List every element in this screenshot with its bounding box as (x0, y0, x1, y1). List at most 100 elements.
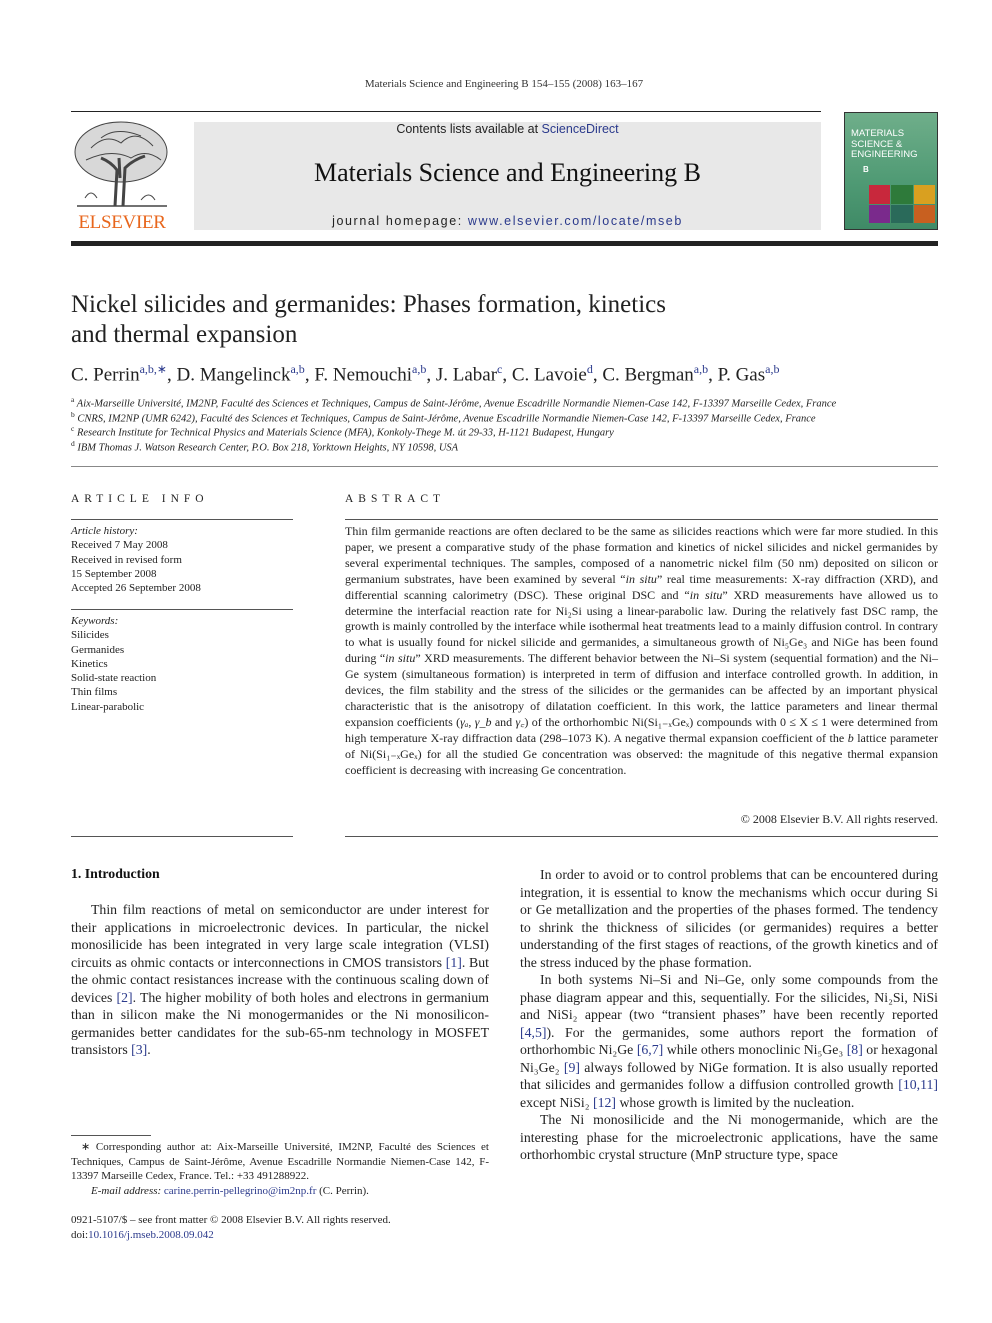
citation-link[interactable]: [4,5] (520, 1025, 546, 1040)
text-run: and (491, 714, 516, 729)
front-matter: 0921-5107/$ – see front matter © 2008 El… (71, 1213, 391, 1242)
citation-link[interactable]: [1] (446, 955, 462, 970)
keyword: Solid-state reaction (71, 672, 157, 685)
history-item: Accepted 26 September 2008 (71, 582, 201, 595)
abstract-text: Thin film germanide reactions are often … (345, 524, 938, 779)
keyword: Linear-parabolic (71, 700, 145, 713)
paragraph: Thin film reactions of metal on semicond… (71, 901, 489, 1059)
affiliation-text: Research Institute for Technical Physics… (76, 427, 614, 439)
text-run: always followed by NiGe formation. It is… (520, 1059, 938, 1093)
header-rule (71, 111, 821, 112)
body-right-column: In order to avoid or to control problems… (520, 866, 938, 1164)
journal-title: Materials Science and Engineering B (314, 158, 701, 187)
author-name[interactable]: C. Lavoie (512, 364, 587, 385)
author-name[interactable]: F. Nemouchi (314, 364, 412, 385)
author-list: C. Perrina,b,∗, D. Mangelincka,b, F. Nem… (71, 362, 780, 386)
corresponding-author-note: ∗ Corresponding author at: Aix-Marseille… (71, 1141, 489, 1182)
text-run: except NiSi₂ (520, 1094, 594, 1110)
text-run: while others monoclinic Ni₅Ge₃ (663, 1042, 847, 1057)
footnote: ∗ Corresponding author at: Aix-Marseille… (71, 1140, 489, 1198)
article-info-heading: ARTICLE INFO (71, 493, 209, 505)
divider (345, 836, 938, 837)
author-affiliation-marker[interactable]: a,b (412, 362, 426, 376)
journal-homepage: journal homepage: www.elsevier.com/locat… (194, 214, 821, 228)
paragraph: The Ni monosilicide and the Ni monogerma… (520, 1111, 938, 1164)
cover-letter: B (863, 165, 869, 174)
title-line-2: and thermal expansion (71, 321, 298, 348)
author-name[interactable]: D. Mangelinck (177, 364, 291, 385)
text-run: Thin film reactions of metal on semicond… (71, 902, 489, 970)
email-link[interactable]: carine.perrin-pellegrino@im2np.fr (164, 1185, 316, 1197)
cover-title: MATERIALS SCIENCE & ENGINEERING (851, 128, 918, 160)
keywords: Keywords: Silicides Germanides Kinetics Sol… (71, 614, 156, 714)
elsevier-logo: ELSEVIER (71, 118, 173, 234)
keyword: Thin films (71, 686, 118, 699)
affiliation-text: Aix-Marseille Université, IM2NP, Faculté… (76, 398, 837, 410)
author-affiliation-marker[interactable]: a,b (290, 362, 304, 376)
author-affiliation-marker[interactable]: c (497, 362, 502, 376)
citation-link[interactable]: [2] (117, 990, 133, 1005)
history-item: Received 7 May 2008 (71, 539, 168, 552)
keyword: Silicides (71, 629, 109, 642)
divider (345, 519, 938, 520)
publisher-logo-text: ELSEVIER (78, 212, 166, 233)
history-item: 15 September 2008 (71, 567, 157, 580)
affiliation: b CNRS, IM2NP (UMR 6242), Faculté des Sc… (71, 410, 816, 425)
italic-run: in situ (385, 651, 416, 666)
divider (71, 466, 938, 467)
affiliation: c Research Institute for Technical Physi… (71, 424, 614, 439)
citation-link[interactable]: [10,11] (898, 1077, 938, 1092)
text-run: whose growth is limited by the nucleatio… (616, 1094, 855, 1110)
citation-link[interactable]: [12] (593, 1095, 616, 1110)
affiliation-key: d (71, 438, 75, 448)
doi-label: doi: (71, 1228, 89, 1241)
text-run: . (147, 1042, 151, 1057)
homepage-link[interactable]: www.elsevier.com/locate/mseb (468, 214, 683, 228)
cover-image (869, 185, 935, 223)
body-left-column: Thin film reactions of metal on semicond… (71, 901, 489, 1059)
author-name[interactable]: C. Bergman (602, 364, 693, 385)
citation-link[interactable]: [9] (564, 1060, 580, 1075)
affiliation-text: CNRS, IM2NP (UMR 6242), Faculté des Scie… (77, 413, 816, 424)
author-affiliation-marker[interactable]: a,b (694, 362, 708, 376)
author-name[interactable]: J. Labar (436, 364, 497, 385)
history-label: Article history: (71, 525, 138, 537)
article-history: Article history: Received 7 May 2008 Rece… (71, 524, 201, 595)
email-suffix: (C. Perrin). (316, 1184, 369, 1197)
keyword: Germanides (71, 643, 125, 656)
divider (71, 609, 293, 610)
abstract-heading: ABSTRACT (345, 493, 446, 505)
citation-link[interactable]: [8] (847, 1042, 863, 1057)
front-matter-text: 0921-5107/$ – see front matter © 2008 El… (71, 1214, 391, 1226)
italic-run: in situ (689, 587, 723, 602)
italic-run: in situ (625, 571, 657, 586)
affiliation: d IBM Thomas J. Watson Research Center, … (71, 439, 458, 454)
journal-cover: MATERIALS SCIENCE & ENGINEERING B (844, 112, 938, 230)
doi-link[interactable]: 10.1016/j.mseb.2008.09.042 (88, 1229, 214, 1241)
tree-icon (74, 121, 168, 207)
email-label: E-mail address: (91, 1184, 164, 1197)
affiliation-text: IBM Thomas J. Watson Research Center, P.… (77, 442, 459, 453)
affiliation: a Aix-Marseille Université, IM2NP, Facul… (71, 395, 836, 410)
author-affiliation-marker[interactable]: d (587, 362, 593, 376)
contents-prefix: Contents lists available at (396, 122, 542, 136)
text-run: In both systems Ni–Si and Ni–Ge, only so… (520, 972, 938, 1022)
author-name[interactable]: C. Perrin (71, 364, 140, 385)
divider (71, 519, 293, 520)
masthead-thick-rule (71, 241, 938, 246)
author-name[interactable]: P. Gas (718, 364, 766, 385)
citation-link[interactable]: [6,7] (637, 1042, 663, 1057)
text-run: In order to avoid or to control problems… (520, 867, 938, 970)
divider (71, 836, 293, 837)
history-item: Received in revised form (71, 553, 182, 566)
author-affiliation-marker[interactable]: a,b,∗ (140, 362, 167, 376)
section-heading-introduction: 1. Introduction (71, 866, 160, 881)
homepage-prefix: journal homepage: (332, 214, 468, 228)
abstract-copyright: © 2008 Elsevier B.V. All rights reserved… (740, 812, 938, 826)
affiliation-key: b (71, 409, 75, 419)
title-line-1: Nickel silicides and germanides: Phases … (71, 291, 666, 318)
author-affiliation-marker[interactable]: a,b (765, 362, 779, 376)
citation-link[interactable]: [3] (131, 1042, 147, 1057)
sciencedirect-link[interactable]: ScienceDirect (542, 122, 619, 136)
running-header: Materials Science and Engineering B 154–… (364, 78, 644, 90)
